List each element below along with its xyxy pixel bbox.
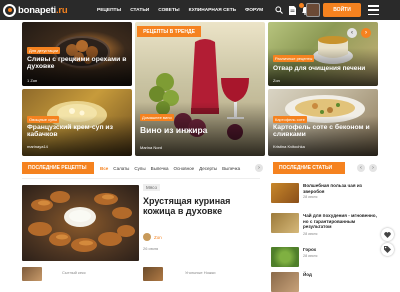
site-logo[interactable]: bonapeti.ru bbox=[3, 2, 68, 18]
article-thumb bbox=[271, 183, 299, 203]
recipe-thumb-category[interactable]: Угольные Ножки bbox=[185, 270, 215, 275]
card-title[interactable]: Картофель соте с беконом и сливками bbox=[273, 124, 373, 139]
nav-culinary-network[interactable]: КУЛИНАРНАЯ СЕТЬ bbox=[189, 8, 237, 13]
article-item[interactable]: Йод bbox=[271, 272, 381, 292]
trending-recipes-label: РЕЦЕПТЫ В ТРЕНДЕ bbox=[137, 26, 201, 37]
logo-icon bbox=[3, 3, 16, 17]
tab-all[interactable]: Все bbox=[100, 166, 108, 171]
card-category[interactable]: Для дегустации bbox=[27, 47, 61, 54]
article-title[interactable]: Волшебная польза чая из зверобоя bbox=[303, 183, 379, 194]
articles-prev-icon[interactable]: ‹ bbox=[357, 164, 365, 172]
tabs-scroll-icon[interactable]: › bbox=[255, 164, 263, 172]
tab-soups[interactable]: Супы bbox=[134, 166, 145, 171]
chicken-skin-image bbox=[28, 191, 135, 252]
hero-card-fig-wine[interactable]: Домашнее вино Вино из инжира Marina Nord bbox=[135, 22, 265, 156]
search-icon[interactable] bbox=[274, 3, 284, 17]
card-author[interactable]: marinaya14 bbox=[27, 144, 48, 149]
nav-articles[interactable]: СТАТЬИ bbox=[130, 8, 149, 13]
latest-articles-heading: ПОСЛЕДНИЕ СТАТЬИ bbox=[273, 162, 345, 174]
article-item[interactable]: Волшебная польза чая из зверобоя 28 июля bbox=[271, 183, 381, 203]
tab-main[interactable]: Основное bbox=[174, 166, 195, 171]
article-thumb bbox=[271, 247, 299, 267]
featured-recipe-title[interactable]: Хрустящая куриная кожица в духовке bbox=[143, 196, 253, 217]
featured-recipe-author[interactable]: Zon bbox=[143, 233, 162, 241]
heart-icon[interactable] bbox=[381, 228, 394, 241]
article-item[interactable]: Горох 28 июля bbox=[271, 247, 381, 267]
card-category[interactable]: Картофель соте bbox=[273, 116, 307, 123]
carousel-next-icon[interactable]: › bbox=[361, 28, 371, 38]
article-title[interactable]: Йод bbox=[303, 272, 379, 278]
card-author[interactable]: Kristina Kvitochka bbox=[273, 144, 305, 149]
featured-recipe-date: 26 июля bbox=[143, 246, 159, 251]
article-date: 28 июля bbox=[303, 195, 318, 199]
article-title[interactable]: Горох bbox=[303, 247, 379, 253]
featured-recipe-tag[interactable]: Мясо bbox=[143, 184, 160, 191]
card-title[interactable]: Сливы с грецкими орехами в духовке bbox=[27, 56, 127, 71]
carousel-prev-icon[interactable]: ‹ bbox=[347, 28, 357, 38]
nav-tips[interactable]: СОВЕТЫ bbox=[158, 8, 179, 13]
site-header: bonapeti.ru РЕЦЕПТЫ СТАТЬИ СОВЕТЫ КУЛИНА… bbox=[0, 0, 400, 20]
articles-next-icon[interactable]: › bbox=[369, 164, 377, 172]
card-title[interactable]: Французский крем-суп из кабачков bbox=[27, 124, 127, 139]
card-category[interactable]: Домашнее вино bbox=[140, 114, 174, 121]
article-title[interactable]: Чай для похудения - мгновенно, но с гара… bbox=[303, 213, 379, 230]
card-category[interactable]: Различные рецепты bbox=[273, 55, 315, 62]
article-date: 28 июля bbox=[303, 254, 318, 258]
hero-card-cream-soup[interactable]: Овощные супы Французский крем-суп из каб… bbox=[22, 89, 132, 156]
recipe-thumb-category[interactable]: Сытный кекс bbox=[62, 270, 86, 275]
card-title[interactable]: Отвар для очищения печени bbox=[273, 65, 377, 72]
avatar[interactable] bbox=[306, 3, 320, 17]
card-category[interactable]: Овощные супы bbox=[27, 116, 60, 123]
hero-card-potato-saute[interactable]: Картофель соте Картофель соте с беконом … bbox=[268, 89, 378, 156]
article-thumb bbox=[271, 272, 299, 292]
nav-forum[interactable]: ФОРУМ bbox=[245, 8, 263, 13]
card-meta: 1 Zon bbox=[27, 78, 38, 83]
card-author[interactable]: Marina Nord bbox=[140, 145, 162, 150]
recipe-tabs: Все Салаты Супы Выпечка Основное Десерты… bbox=[100, 162, 245, 174]
article-thumb bbox=[271, 213, 299, 233]
document-icon[interactable] bbox=[287, 3, 297, 17]
logo-tld: .ru bbox=[55, 4, 68, 16]
tab-baking[interactable]: Выпечка bbox=[222, 166, 240, 171]
recipe-thumb[interactable] bbox=[143, 267, 163, 281]
latest-recipes-heading: ПОСЛЕДНИЕ РЕЦЕПТЫ bbox=[22, 162, 94, 174]
logo-name: bonapeti bbox=[18, 4, 56, 16]
tab-salads[interactable]: Салаты bbox=[113, 166, 129, 171]
author-avatar bbox=[143, 233, 151, 241]
menu-icon[interactable] bbox=[368, 5, 379, 15]
card-meta: Zon bbox=[273, 78, 280, 83]
tab-desserts[interactable]: Десерты bbox=[199, 166, 217, 171]
featured-recipe-image[interactable] bbox=[22, 185, 139, 261]
recipe-thumb[interactable] bbox=[22, 267, 42, 281]
article-date: 28 июля bbox=[303, 232, 318, 236]
author-name[interactable]: Zon bbox=[154, 235, 162, 240]
login-button[interactable]: ВОЙТИ bbox=[323, 3, 361, 17]
card-title[interactable]: Вино из инжира bbox=[140, 125, 260, 135]
notification-badge bbox=[299, 3, 304, 8]
hero-card-plums[interactable]: Для дегустации Сливы с грецкими орехами … bbox=[22, 22, 132, 86]
article-item[interactable]: Чай для похудения - мгновенно, но с гара… bbox=[271, 213, 381, 236]
nav-recipes[interactable]: РЕЦЕПТЫ bbox=[97, 8, 121, 13]
tab-pastry[interactable]: Выпечка bbox=[151, 166, 169, 171]
main-nav: РЕЦЕПТЫ СТАТЬИ СОВЕТЫ КУЛИНАРНАЯ СЕТЬ ФО… bbox=[97, 0, 272, 20]
tag-icon[interactable] bbox=[381, 243, 394, 256]
